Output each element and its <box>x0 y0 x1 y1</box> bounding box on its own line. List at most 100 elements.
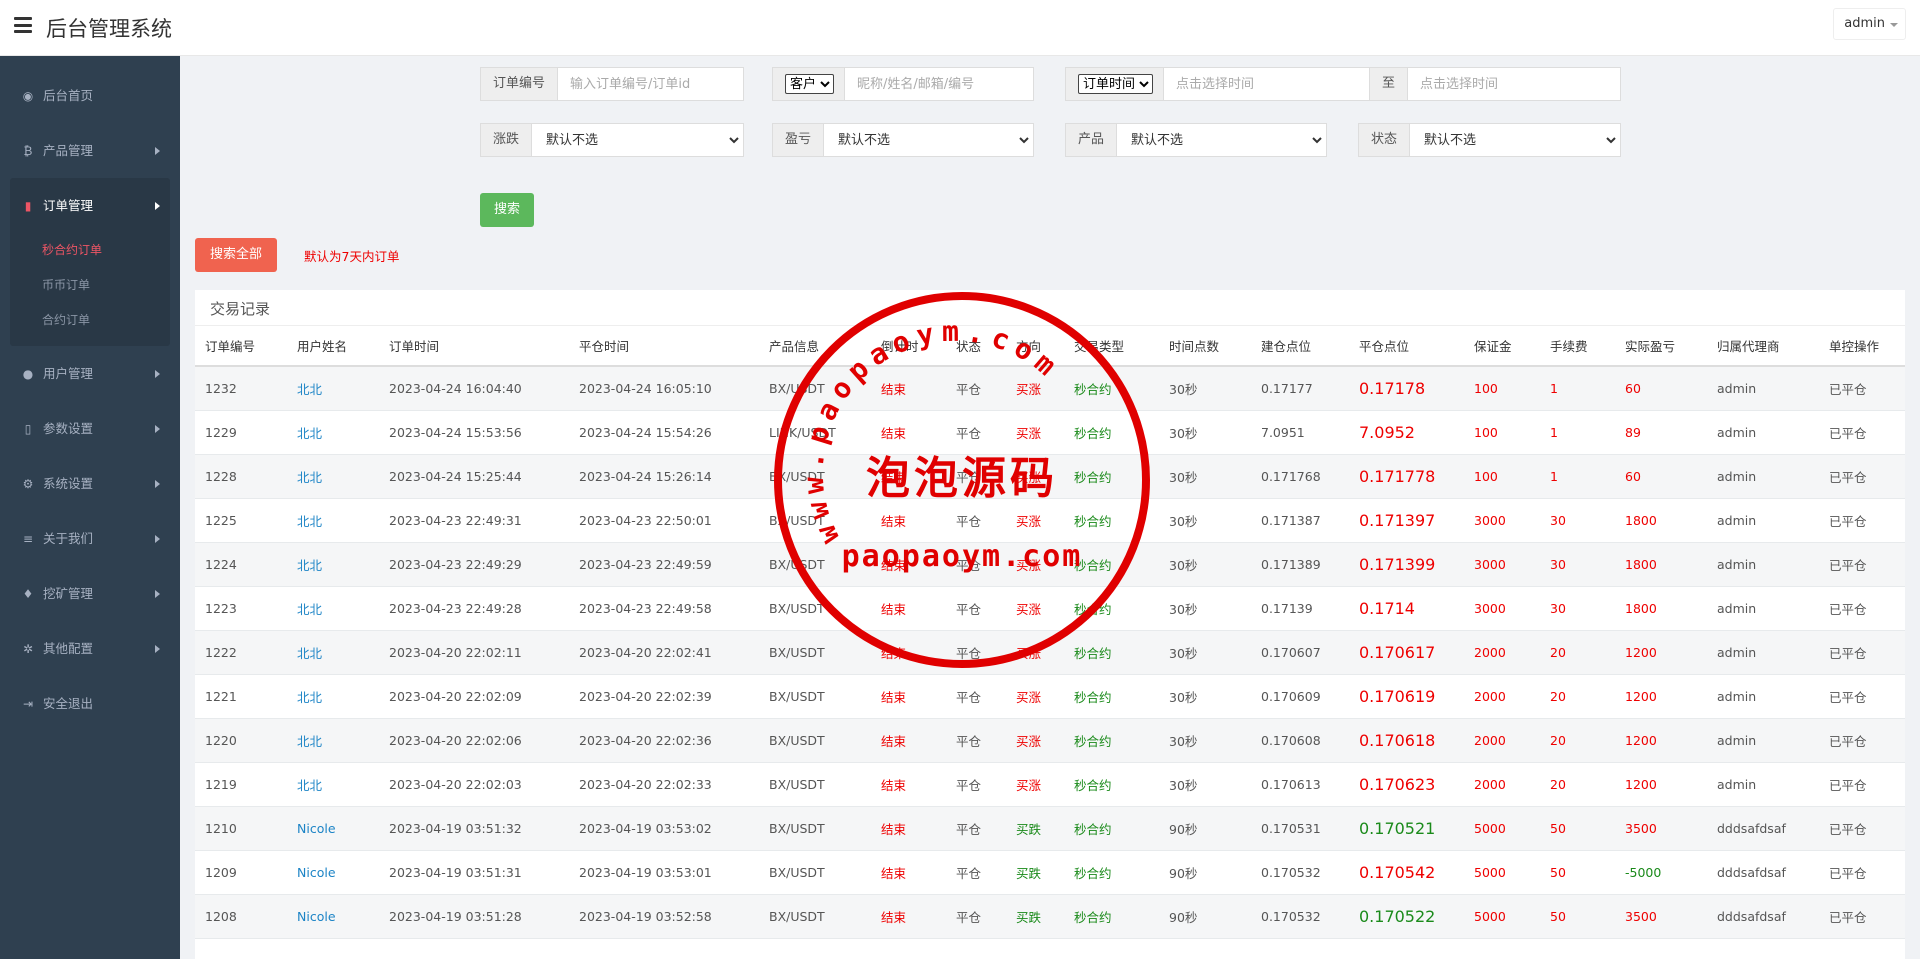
table-cell[interactable]: 北北 <box>287 674 379 719</box>
table-cell: dddsafdsaf <box>1707 850 1819 895</box>
table-cell[interactable]: 北北 <box>287 542 379 587</box>
chevron-right-icon <box>155 590 160 598</box>
user-menu[interactable]: admin <box>1833 8 1906 40</box>
table-cell[interactable]: 北北 <box>287 762 379 807</box>
table-cell: 已平仓 <box>1819 894 1905 939</box>
sidebar-item-label: 关于我们 <box>43 531 94 546</box>
table-cell[interactable]: 北北 <box>287 410 379 455</box>
sidebar-item-label: 安全退出 <box>43 696 94 711</box>
table-cell: BX/USDT <box>759 366 871 411</box>
customer-type-select[interactable]: 客户 <box>785 74 834 94</box>
table-cell: 30秒 <box>1159 366 1251 411</box>
sidebar-subitem-1[interactable]: 币币订单 <box>10 268 170 303</box>
table-cell: 买涨 <box>1006 586 1064 631</box>
sidebar-item-7[interactable]: ♦ 挖矿管理 <box>0 566 180 621</box>
product-select[interactable]: 默认不选 <box>1117 124 1326 156</box>
table-cell: 7.0951 <box>1251 410 1349 455</box>
table-cell: 买跌 <box>1006 850 1064 895</box>
search-all-button[interactable]: 搜索全部 <box>195 238 277 272</box>
time-end-input[interactable] <box>1408 68 1609 100</box>
table-cell[interactable]: 北北 <box>287 498 379 543</box>
sidebar-item-0[interactable]: ◉ 后台首页 <box>0 68 180 123</box>
chevron-right-icon <box>155 645 160 653</box>
table-cell[interactable]: Nicole <box>287 894 379 939</box>
sidebar-item-2[interactable]: ▮ 订单管理 <box>10 178 170 233</box>
table-cell: BX/USDT <box>759 630 871 675</box>
table-cell: 3500 <box>1615 894 1707 939</box>
profit-select[interactable]: 默认不选 <box>824 124 1033 156</box>
sidebar-item-3[interactable]: ● 用户管理 <box>0 346 180 401</box>
sidebar-item-5[interactable]: ⚙ 系统设置 <box>0 456 180 511</box>
table-row: 1219 北北 2023-04-20 22:02:03 2023-04-20 22:0… <box>195 762 1905 807</box>
table-cell: 2023-04-23 22:49:29 <box>379 542 569 587</box>
table-cell: 5000 <box>1464 806 1540 851</box>
table-cell[interactable]: 北北 <box>287 454 379 499</box>
gears-icon: ⚙ <box>22 477 34 491</box>
product-filter: 产品 默认不选 <box>1065 123 1327 157</box>
table-cell: 2023-04-19 03:51:31 <box>379 850 569 895</box>
sidebar-item-8[interactable]: ✲ 其他配置 <box>0 621 180 676</box>
table-cell[interactable]: Nicole <box>287 806 379 851</box>
table-cell: 秒合约 <box>1064 850 1159 895</box>
table-cell[interactable]: 北北 <box>287 586 379 631</box>
sidebar-item-1[interactable]: ₿ 产品管理 <box>0 123 180 178</box>
sidebar-subitem-2[interactable]: 合约订单 <box>10 303 170 338</box>
table-cell: 1221 <box>195 674 287 719</box>
sidebar-subitem-0[interactable]: 秒合约订单 <box>10 233 170 268</box>
table-cell: 秒合约 <box>1064 718 1159 763</box>
column-header: 归属代理商 <box>1707 326 1819 367</box>
sidebar-item-4[interactable]: ▯ 参数设置 <box>0 401 180 456</box>
table-cell: 买涨 <box>1006 718 1064 763</box>
column-header: 状态 <box>946 326 1006 367</box>
table-cell[interactable]: 北北 <box>287 718 379 763</box>
table-cell: 30秒 <box>1159 718 1251 763</box>
customer-input[interactable] <box>845 68 1005 100</box>
product-label: 产品 <box>1066 124 1118 156</box>
table-cell: 30秒 <box>1159 674 1251 719</box>
table-cell: 平仓 <box>946 762 1006 807</box>
table-cell: 秒合约 <box>1064 674 1159 719</box>
table-cell: 0.170619 <box>1349 674 1464 719</box>
table-cell: 已平仓 <box>1819 586 1905 631</box>
order-no-input[interactable] <box>558 68 739 100</box>
rise-fall-select[interactable]: 默认不选 <box>532 124 743 156</box>
table-cell: 买涨 <box>1006 542 1064 587</box>
column-header: 实际盈亏 <box>1615 326 1707 367</box>
status-label: 状态 <box>1359 124 1411 156</box>
time-type-select[interactable]: 订单时间 <box>1078 74 1153 94</box>
table-cell: 已平仓 <box>1819 542 1905 587</box>
table-cell: 1225 <box>195 498 287 543</box>
column-header: 方向 <box>1006 326 1064 367</box>
sidebar-item-6[interactable]: ≡ 关于我们 <box>0 511 180 566</box>
table-cell[interactable]: 北北 <box>287 366 379 411</box>
table-cell: 已平仓 <box>1819 630 1905 675</box>
table-cell: 2023-04-19 03:51:32 <box>379 806 569 851</box>
sidebar-item-9[interactable]: ⇥ 安全退出 <box>0 676 180 731</box>
time-filter: 订单时间 至 <box>1065 67 1621 101</box>
list-icon: ≡ <box>22 532 34 546</box>
table-cell: 秒合约 <box>1064 630 1159 675</box>
table-cell[interactable]: Nicole <box>287 850 379 895</box>
table-cell: 30秒 <box>1159 586 1251 631</box>
time-start-input[interactable] <box>1164 68 1369 100</box>
table-cell[interactable]: 北北 <box>287 630 379 675</box>
table-cell: 已平仓 <box>1819 762 1905 807</box>
table-cell: BX/USDT <box>759 454 871 499</box>
status-select[interactable]: 默认不选 <box>1410 124 1620 156</box>
table-header-row: 订单编号 用户姓名 订单时间 平仓时间 产品信息 倒计时 状态 方向 交易类型 时间点数 建仓点位平… <box>195 326 1905 367</box>
table-cell: 0.171768 <box>1251 454 1349 499</box>
profit-label: 盈亏 <box>773 124 825 156</box>
nav-group-9: ⇥ 安全退出 <box>0 676 180 731</box>
search-button[interactable]: 搜索 <box>480 193 534 227</box>
column-header: 用户姓名 <box>287 326 379 367</box>
table-cell: 0.170609 <box>1251 674 1349 719</box>
table-cell: 2023-04-23 22:49:58 <box>569 586 759 631</box>
table-cell: 2023-04-19 03:51:28 <box>379 894 569 939</box>
table-cell: 1800 <box>1615 498 1707 543</box>
column-header: 产品信息 <box>759 326 871 367</box>
table-cell: 2023-04-19 03:52:58 <box>569 894 759 939</box>
menu-toggle-icon[interactable] <box>14 17 32 33</box>
chevron-right-icon <box>155 147 160 155</box>
table-cell: 平仓 <box>946 894 1006 939</box>
sidebar-item-label: 其他配置 <box>43 641 94 656</box>
